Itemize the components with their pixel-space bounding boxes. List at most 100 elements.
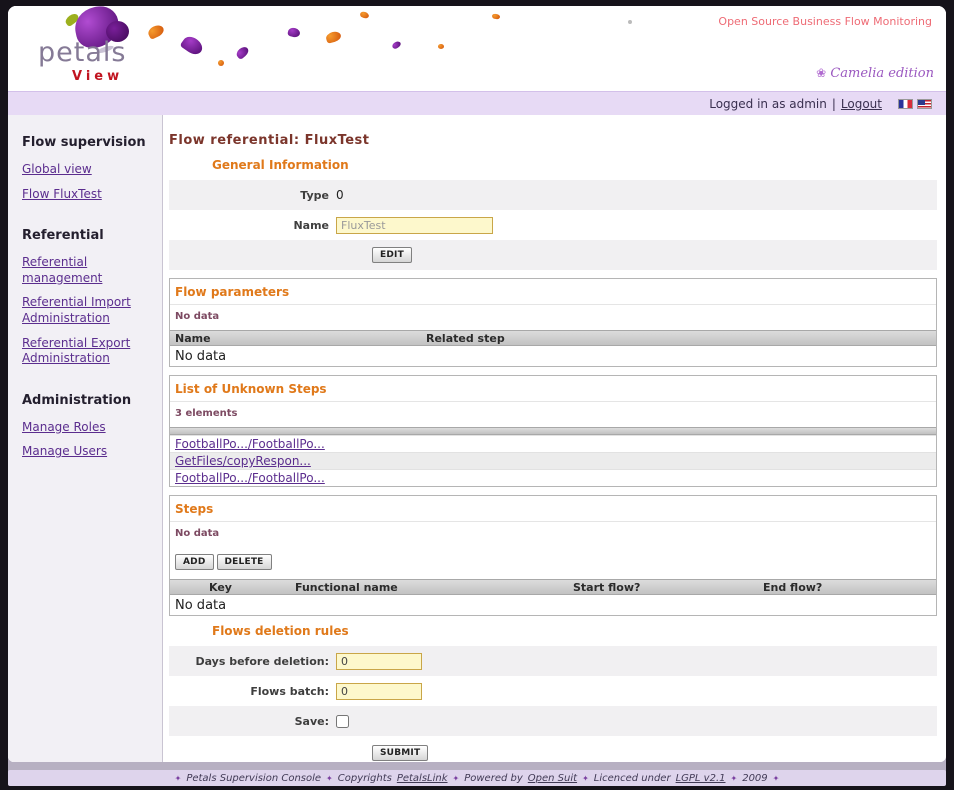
sidebar-heading-flow-supervision: Flow supervision bbox=[22, 135, 154, 150]
page-frame: petals View Open Source Business Flow Mo… bbox=[0, 0, 954, 790]
flow-parameters-status: No data bbox=[170, 305, 936, 330]
petal-decoration-icon bbox=[438, 44, 444, 49]
diamond-icon: ✦ bbox=[582, 774, 589, 783]
footer-powered-text: Powered by bbox=[464, 773, 523, 784]
flow-parameters-table-header: Name Related step bbox=[170, 330, 936, 346]
unknown-step-row: FootballPo.../FootballPo... bbox=[170, 435, 936, 452]
login-separator: | bbox=[832, 97, 836, 111]
flows-batch-input[interactable] bbox=[336, 683, 422, 700]
unknown-steps-heading: List of Unknown Steps bbox=[170, 376, 936, 402]
unknown-step-link-3[interactable]: FootballPo.../FootballPo... bbox=[175, 471, 325, 485]
content-area: Flow supervision Global view Flow FluxTe… bbox=[8, 115, 946, 762]
footer: ✦ Petals Supervision Console ✦ Copyright… bbox=[8, 770, 946, 786]
us-flag-icon[interactable] bbox=[917, 99, 932, 109]
lgpl-link[interactable]: LGPL v2.1 bbox=[676, 773, 726, 784]
days-before-deletion-label: Days before deletion: bbox=[169, 655, 329, 668]
logout-link[interactable]: Logout bbox=[841, 97, 882, 111]
footer-year: 2009 bbox=[742, 773, 767, 784]
diamond-icon: ✦ bbox=[731, 774, 738, 783]
steps-table-header: Key Functional name Start flow? End flow… bbox=[170, 579, 936, 595]
main-panel: petals View Open Source Business Flow Mo… bbox=[8, 6, 946, 762]
column-header-functional-name: Functional name bbox=[295, 581, 573, 594]
unknown-step-link-2[interactable]: GetFiles/copyRespon... bbox=[175, 454, 311, 468]
add-button[interactable]: ADD bbox=[175, 554, 214, 570]
open-suit-link[interactable]: Open Suit bbox=[528, 773, 577, 784]
edit-button[interactable]: EDIT bbox=[372, 247, 412, 263]
flow-parameters-heading: Flow parameters bbox=[170, 279, 936, 305]
name-row: Name bbox=[169, 210, 937, 240]
sidebar-heading-administration: Administration bbox=[22, 393, 154, 408]
name-input[interactable] bbox=[336, 217, 493, 234]
submit-button[interactable]: SUBMIT bbox=[372, 745, 428, 761]
name-label: Name bbox=[169, 219, 329, 232]
column-header-key: Key bbox=[170, 581, 295, 594]
petals-logo[interactable]: petals View bbox=[8, 6, 168, 91]
petal-decoration-icon bbox=[180, 33, 206, 57]
unknown-step-link-1[interactable]: FootballPo.../FootballPo... bbox=[175, 437, 325, 451]
column-header-related-step: Related step bbox=[426, 332, 936, 345]
sidebar-item-manage-roles[interactable]: Manage Roles bbox=[22, 420, 154, 436]
sidebar-item-referential-import[interactable]: Referential Import Administration bbox=[22, 295, 154, 326]
unknown-steps-box: List of Unknown Steps 3 elements Footbal… bbox=[169, 375, 937, 487]
edition-label: ❀ Camelia edition bbox=[816, 66, 934, 81]
column-header-name: Name bbox=[170, 332, 426, 345]
petal-decoration-icon bbox=[287, 27, 301, 39]
type-row: Type 0 bbox=[169, 180, 937, 210]
sidebar-item-flow-fluxtest[interactable]: Flow FluxTest bbox=[22, 187, 154, 203]
column-header-end-flow: End flow? bbox=[763, 581, 936, 594]
flow-parameters-empty-row: No data bbox=[170, 346, 936, 366]
sidebar: Flow supervision Global view Flow FluxTe… bbox=[8, 115, 163, 762]
days-before-deletion-row: Days before deletion: bbox=[169, 646, 937, 676]
sidebar-section-administration: Administration Manage Roles Manage Users bbox=[22, 393, 154, 460]
diamond-icon: ✦ bbox=[326, 774, 333, 783]
petal-decoration-icon bbox=[218, 60, 224, 66]
sidebar-section-flow-supervision: Flow supervision Global view Flow FluxTe… bbox=[22, 135, 154, 202]
logo-view-text: View bbox=[72, 69, 123, 84]
type-label: Type bbox=[169, 189, 329, 202]
steps-box: Steps No data ADD DELETE Key Functional … bbox=[169, 495, 937, 616]
logo-text: petals bbox=[38, 37, 126, 68]
login-bar: Logged in as admin | Logout bbox=[8, 91, 946, 115]
main-content: Flow referential: FluxTest General Infor… bbox=[163, 115, 946, 762]
petal-decoration-icon bbox=[359, 11, 370, 20]
header: petals View Open Source Business Flow Mo… bbox=[8, 6, 946, 91]
unknown-step-row: GetFiles/copyRespon... bbox=[170, 452, 936, 469]
petal-decoration-icon bbox=[391, 40, 402, 50]
diamond-icon: ✦ bbox=[773, 774, 780, 783]
flows-batch-row: Flows batch: bbox=[169, 676, 937, 706]
submit-row: SUBMIT bbox=[169, 738, 937, 762]
footer-license-text: Licenced under bbox=[594, 773, 671, 784]
steps-button-row: ADD DELETE bbox=[170, 547, 936, 579]
flows-batch-label: Flows batch: bbox=[169, 685, 329, 698]
save-row: Save: bbox=[169, 706, 937, 736]
footer-copyrights-text: Copyrights bbox=[338, 773, 392, 784]
page-background: petals View Open Source Business Flow Mo… bbox=[8, 6, 946, 786]
petalslink-link[interactable]: PetalsLink bbox=[397, 773, 448, 784]
sidebar-item-manage-users[interactable]: Manage Users bbox=[22, 444, 154, 460]
sidebar-item-referential-export[interactable]: Referential Export Administration bbox=[22, 336, 154, 367]
page-title: Flow referential: FluxTest bbox=[169, 133, 938, 148]
type-value: 0 bbox=[336, 188, 344, 202]
flow-parameters-box: Flow parameters No data Name Related ste… bbox=[169, 278, 937, 367]
unknown-step-row: FootballPo.../FootballPo... bbox=[170, 469, 936, 486]
logged-in-text: Logged in as admin bbox=[709, 97, 827, 111]
petal-decoration-icon bbox=[492, 13, 501, 19]
steps-status: No data bbox=[170, 522, 936, 547]
sidebar-section-referential: Referential Referential management Refer… bbox=[22, 228, 154, 367]
petal-decoration-icon bbox=[235, 45, 251, 60]
delete-button[interactable]: DELETE bbox=[217, 554, 272, 570]
sidebar-heading-referential: Referential bbox=[22, 228, 154, 243]
sidebar-item-referential-management[interactable]: Referential management bbox=[22, 255, 154, 286]
days-before-deletion-input[interactable] bbox=[336, 653, 422, 670]
footer-console-text: Petals Supervision Console bbox=[186, 773, 321, 784]
camelia-flower-icon: ❀ bbox=[816, 66, 826, 80]
header-tagline: Open Source Business Flow Monitoring bbox=[718, 15, 932, 28]
steps-empty-row: No data bbox=[170, 595, 936, 615]
diamond-icon: ✦ bbox=[175, 774, 182, 783]
save-label: Save: bbox=[169, 715, 329, 728]
edition-text: Camelia edition bbox=[830, 66, 934, 81]
french-flag-icon[interactable] bbox=[898, 99, 913, 109]
steps-heading: Steps bbox=[170, 496, 936, 522]
save-checkbox[interactable] bbox=[336, 715, 349, 728]
sidebar-item-global-view[interactable]: Global view bbox=[22, 162, 154, 178]
